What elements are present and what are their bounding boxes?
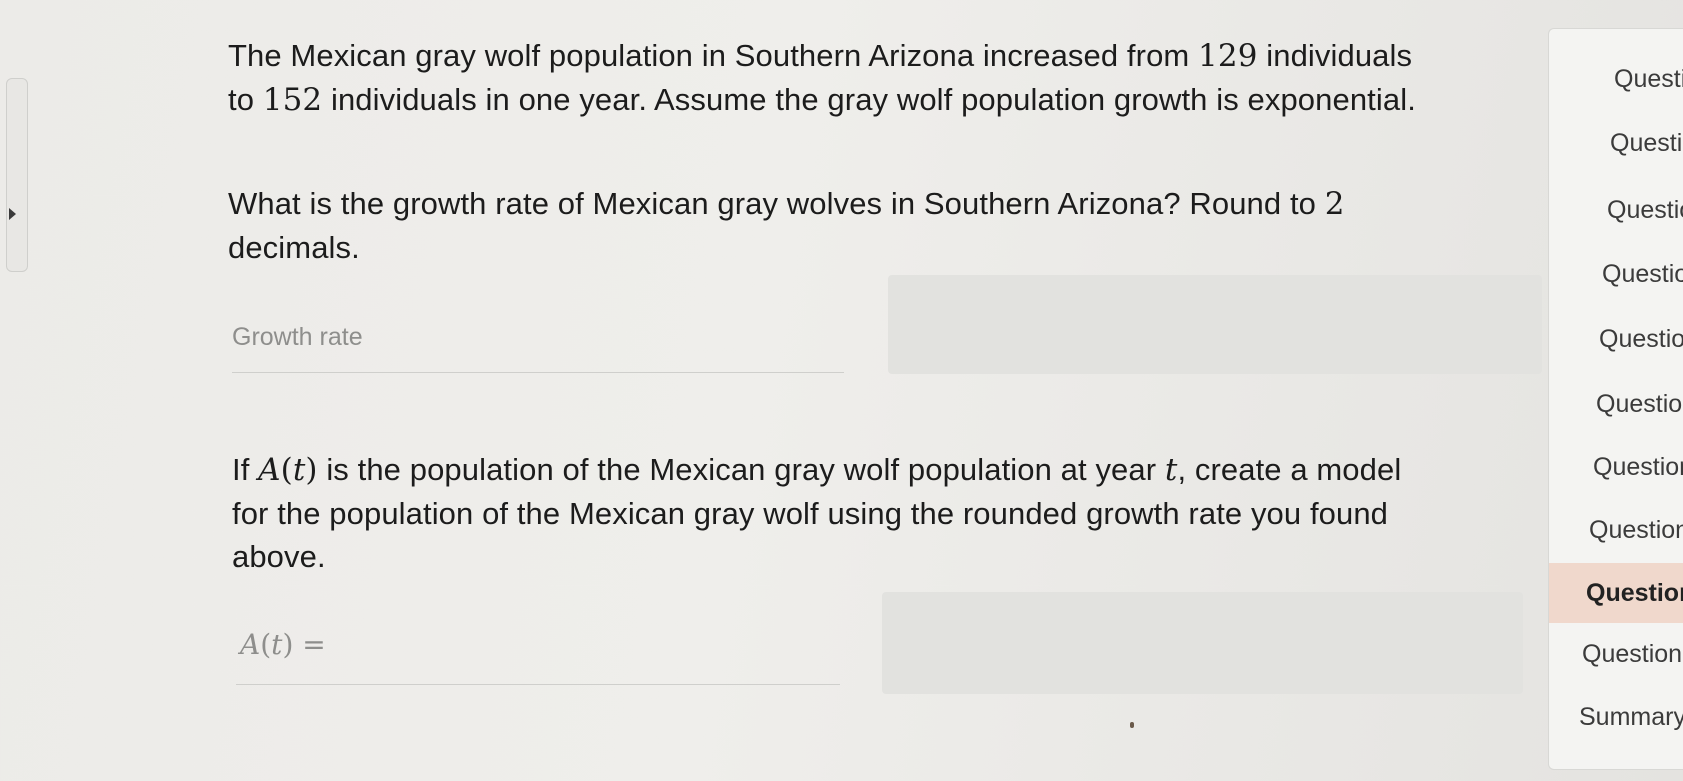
- model-text-1a: If: [232, 452, 259, 487]
- var-t: t: [1164, 452, 1178, 488]
- growth-rate-placeholder: Growth rate: [232, 323, 363, 351]
- model-label-eq: =: [293, 628, 326, 661]
- initial-population-number: 129: [1198, 38, 1258, 74]
- model-input-underline[interactable]: [236, 684, 840, 685]
- model-prompt: If A(t) is the population of the Mexican…: [232, 452, 1402, 574]
- sidebar-item-question-3[interactable]: Question: [1549, 180, 1683, 240]
- sidebar-item-question-7[interactable]: Question: [1549, 437, 1683, 497]
- prompt-text-2: decimals.: [228, 230, 360, 265]
- func-A: A: [258, 452, 281, 488]
- growth-rate-input-underline[interactable]: [232, 372, 844, 373]
- sidebar-item-question-4[interactable]: Question: [1549, 244, 1683, 304]
- question-intro: The Mexican gray wolf population in Sout…: [228, 34, 1548, 122]
- sidebar-item-question-1[interactable]: Question: [1549, 49, 1683, 109]
- model-label-A: A: [240, 628, 261, 661]
- sidebar-item-question-6[interactable]: Question: [1549, 374, 1683, 434]
- sidebar-item-question-8[interactable]: Question: [1549, 500, 1683, 560]
- stray-mark: [1130, 722, 1134, 728]
- question-sidebar: Question Question Question Question Ques…: [1548, 28, 1683, 770]
- model-label-t: t: [271, 628, 283, 661]
- sidebar-item-question-2[interactable]: Question: [1549, 113, 1683, 173]
- sidebar-item-summary[interactable]: Summary: [1549, 687, 1683, 747]
- model-text-1c: , create a model: [1177, 452, 1402, 487]
- sidebar-item-question-10[interactable]: Question: [1549, 624, 1683, 684]
- model-text-2: for the population of the Mexican gray w…: [232, 496, 1389, 531]
- intro-text-1b: individuals: [1257, 38, 1413, 73]
- growth-rate-prompt: What is the growth rate of Mexican gray …: [228, 182, 1528, 269]
- func-t: t: [292, 452, 306, 488]
- intro-text-2b: individuals in one year. Assume the gray…: [322, 82, 1416, 117]
- final-population-number: 152: [262, 82, 323, 118]
- round-decimals-number: 2: [1324, 186, 1345, 222]
- model-text-1b: is the population of the Mexican gray wo…: [317, 452, 1165, 487]
- model-text-3: above.: [232, 539, 326, 574]
- growth-rate-input[interactable]: Growth rate: [232, 323, 363, 352]
- intro-text-1a: The Mexican gray wolf population in Sout…: [228, 38, 1199, 73]
- sidebar-item-question-9-active[interactable]: Question: [1549, 563, 1683, 623]
- question-content: The Mexican gray wolf population in Sout…: [0, 0, 1560, 781]
- model-input[interactable]: A(t) =: [240, 628, 326, 661]
- intro-text-2a: to: [228, 82, 263, 117]
- sidebar-item-question-5[interactable]: Question: [1549, 309, 1683, 369]
- prompt-text-1: What is the growth rate of Mexican gray …: [228, 186, 1325, 221]
- growth-rate-answer-area[interactable]: [888, 275, 1542, 374]
- model-answer-area[interactable]: [882, 592, 1523, 694]
